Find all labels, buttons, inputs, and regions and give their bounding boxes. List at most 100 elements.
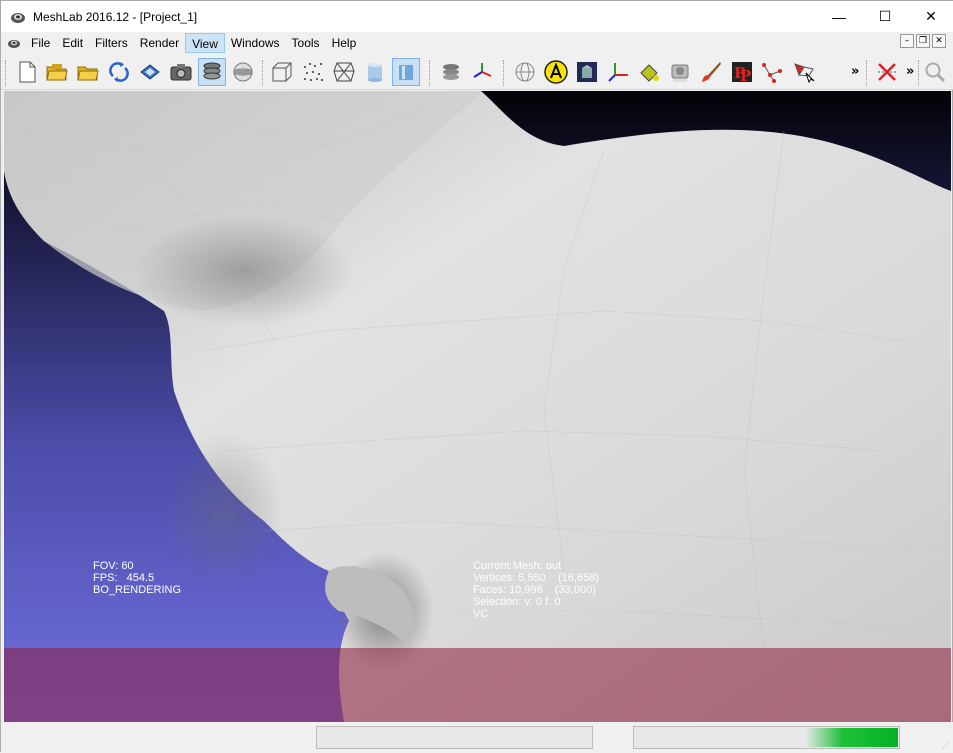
mesh-info: Current Mesh: out Vertices: 5,550 (16,65…: [473, 560, 599, 620]
rendering-mode: BO_RENDERING: [93, 584, 182, 596]
color-mode: VC: [473, 608, 489, 620]
zoom-icon: [925, 62, 946, 83]
menu-bar: File Edit Filters Render View Windows To…: [1, 32, 953, 54]
new-project-icon: [19, 61, 36, 83]
mdi-restore-button[interactable]: ❐: [916, 34, 930, 48]
resize-grip-icon[interactable]: ⋰: [942, 741, 950, 750]
pickpoints-icon: PP: [732, 62, 752, 83]
annotation-button[interactable]: [542, 58, 570, 86]
mdi-controls: – ❐ ✕: [900, 34, 946, 48]
current-mesh-label: Current Mesh: out: [473, 560, 562, 572]
title-bar: MeshLab 2016.12 - [Project_1] — ☐ ✕: [1, 1, 953, 32]
bounding-box-icon: [272, 62, 292, 82]
brush-icon: [702, 62, 721, 82]
align-button[interactable]: [666, 58, 694, 86]
open-project-button[interactable]: [43, 58, 71, 86]
render-info: FOV: 60 FPS: 454.5 BO_RENDERING: [93, 560, 181, 596]
brush-button[interactable]: [697, 58, 725, 86]
menu-render[interactable]: Render: [134, 33, 185, 53]
menu-view[interactable]: View: [185, 33, 225, 53]
maximize-icon: ☐: [878, 8, 892, 24]
toolbar-grip: [5, 60, 7, 86]
close-icon: ✕: [925, 8, 937, 24]
open-project-icon: [46, 64, 68, 81]
selection-count: Selection: v: 0 f: 0: [473, 596, 561, 608]
points-button[interactable]: [299, 58, 327, 86]
flat-shading-button[interactable]: [361, 58, 389, 86]
toolbar-separator: [866, 60, 868, 86]
reload-button[interactable]: [105, 58, 133, 86]
select-vertices-button[interactable]: [759, 58, 787, 86]
close-button[interactable]: ✕: [908, 1, 953, 32]
trackball-button[interactable]: [229, 58, 257, 86]
main-toolbar: PP » »: [1, 54, 953, 90]
toolbar-separator: [429, 60, 431, 86]
toolbar-separator: [262, 60, 264, 86]
vertices-count: Vertices: 5,550 (16,658): [473, 572, 599, 584]
fov-readout: FOV: 60: [93, 560, 134, 572]
menu-file[interactable]: File: [25, 33, 56, 53]
menu-tools[interactable]: Tools: [286, 33, 326, 53]
layers-icon: [203, 62, 221, 80]
import-mesh-button[interactable]: [74, 58, 102, 86]
reload-icon: [109, 62, 129, 82]
toolbar-separator: [503, 60, 505, 86]
new-project-button[interactable]: [13, 58, 41, 86]
select-faces-button[interactable]: [790, 58, 818, 86]
menu-filters[interactable]: Filters: [89, 33, 134, 53]
maximize-button[interactable]: ☐: [862, 1, 908, 32]
axis-icon: [608, 63, 628, 82]
raster-icon: [577, 62, 597, 82]
bounding-box-button[interactable]: [268, 58, 296, 86]
remove-selection-button[interactable]: [873, 58, 901, 86]
raster-button[interactable]: [573, 58, 601, 86]
pickpoints-button[interactable]: PP: [728, 58, 756, 86]
3d-viewport[interactable]: [4, 91, 951, 722]
axis-gizmo-icon: [473, 63, 492, 78]
remove-selection-icon: [878, 63, 896, 81]
menu-edit[interactable]: Edit: [56, 33, 89, 53]
points-icon: [304, 63, 323, 81]
show-layers-button[interactable]: [198, 58, 226, 86]
meshlab-menu-icon[interactable]: [7, 36, 21, 50]
status-message-field: [316, 726, 593, 749]
smooth-icon: [399, 65, 413, 80]
paint-bucket-button[interactable]: [635, 58, 663, 86]
mdi-minimize-button[interactable]: –: [900, 34, 914, 48]
trackball-icon: [233, 62, 253, 82]
smooth-shading-button[interactable]: [392, 58, 420, 86]
meshlab-app-icon: [11, 12, 25, 23]
save-snapshot-button[interactable]: [136, 58, 164, 86]
menu-help[interactable]: Help: [326, 33, 363, 53]
select-vertices-icon: [762, 63, 782, 83]
align-icon: [671, 64, 689, 82]
progress-bar: [633, 726, 900, 749]
layer-dialog-button[interactable]: [437, 58, 465, 86]
paint-bucket-icon: [640, 64, 659, 82]
axis-gizmo-button[interactable]: [468, 58, 496, 86]
sphere-button[interactable]: [511, 58, 539, 86]
fps-readout: FPS: 454.5: [93, 572, 155, 584]
annotation-a-icon: [544, 60, 568, 84]
wireframe-icon: [333, 62, 355, 82]
import-mesh-icon: [77, 66, 99, 81]
layer-dialog-icon: [443, 64, 459, 80]
mesh-render: [4, 91, 951, 722]
camera-icon: [170, 64, 192, 81]
status-bar: ⋰: [1, 722, 953, 753]
camera-button[interactable]: [167, 58, 195, 86]
meshlab-window: MeshLab 2016.12 - [Project_1] — ☐ ✕ File…: [0, 0, 953, 753]
progress-fill: [805, 728, 898, 747]
flat-icon: [368, 63, 382, 82]
wireframe-button[interactable]: [330, 58, 358, 86]
toolbar-separator: [918, 60, 920, 86]
toolbar-overflow-button-2[interactable]: »: [906, 64, 914, 79]
select-faces-icon: [794, 63, 815, 83]
mdi-close-button[interactable]: ✕: [932, 34, 946, 48]
axis-button[interactable]: [604, 58, 632, 86]
menu-windows[interactable]: Windows: [225, 33, 286, 53]
zoom-button[interactable]: [921, 58, 949, 86]
faces-count: Faces: 10,996 (33,000): [473, 584, 596, 596]
minimize-button[interactable]: —: [816, 1, 862, 32]
toolbar-overflow-button[interactable]: »: [851, 64, 859, 79]
